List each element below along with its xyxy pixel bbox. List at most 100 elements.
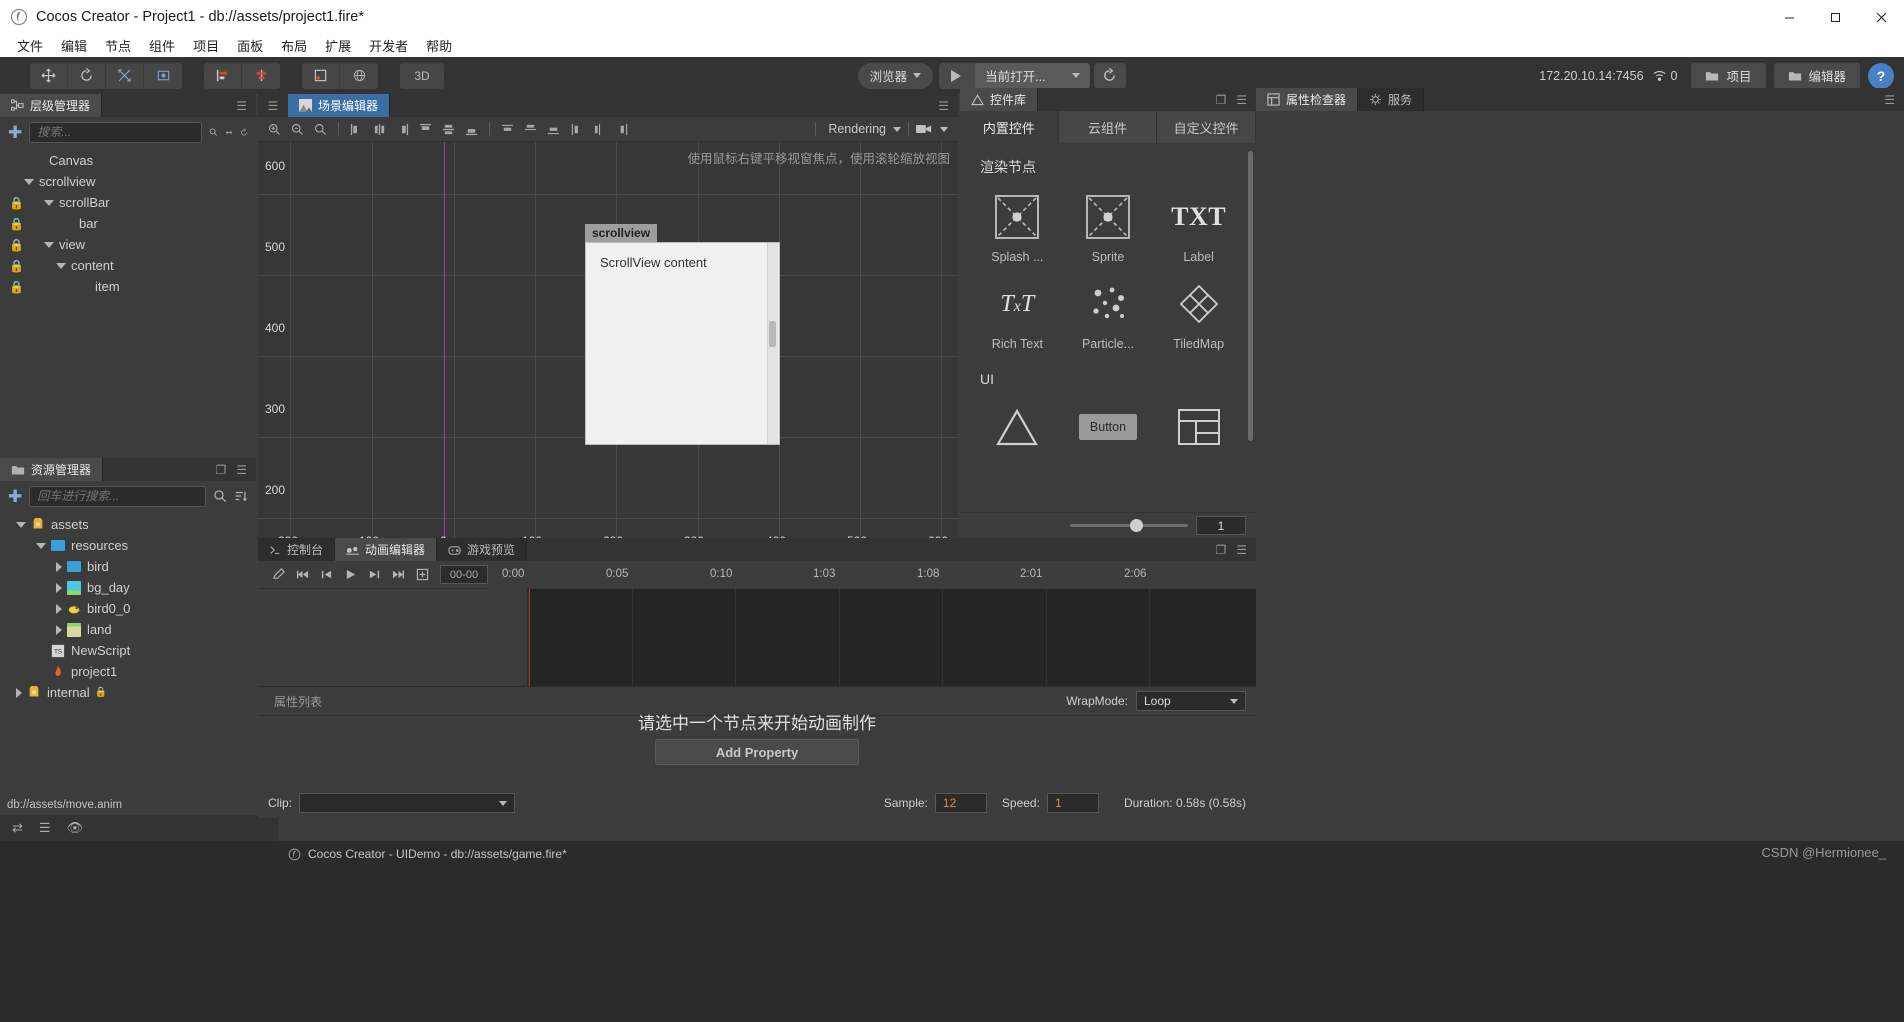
open-scene-dropdown[interactable]: 当前打开... [975, 62, 1090, 89]
help-button[interactable]: ? [1868, 62, 1895, 89]
camera-icon[interactable] [916, 123, 932, 135]
refresh-icon[interactable] [240, 126, 248, 139]
list-item[interactable]: internal 🔒 [0, 682, 256, 703]
scene-viewport[interactable]: 使用鼠标右键平移视窗焦点，使用滚轮缩放视图 600 500 400 300 20… [258, 142, 958, 538]
tab-widget-library[interactable]: 控件库 [960, 88, 1039, 111]
tab-game-preview[interactable]: 游戏预览 [437, 538, 528, 561]
rotate-tool-button[interactable] [68, 62, 106, 89]
menu-item-layout[interactable]: 布局 [272, 34, 316, 57]
plus-icon[interactable]: ✚ [8, 488, 22, 505]
tab-animation-editor[interactable]: 动画编辑器 [335, 538, 438, 561]
hamburger-icon[interactable]: ☰ [236, 464, 247, 476]
mode-3d-button[interactable]: 3D [400, 63, 444, 89]
next-frame-icon[interactable] [362, 563, 386, 587]
hamburger-icon[interactable]: ☰ [1236, 94, 1247, 106]
global-local-button[interactable] [340, 63, 378, 89]
prev-frame-icon[interactable] [314, 563, 338, 587]
list-icon[interactable]: ☰ [39, 820, 51, 836]
chevron-down-icon[interactable] [36, 542, 46, 549]
search-icon[interactable] [213, 489, 227, 503]
project-button[interactable]: 项目 [1691, 62, 1766, 89]
add-property-button[interactable]: Add Property [655, 739, 859, 765]
tab-console[interactable]: 控制台 [258, 538, 336, 561]
move-tool-button[interactable] [30, 62, 68, 89]
chevron-down-icon[interactable] [16, 521, 26, 528]
wrap-mode-select[interactable]: Loop [1136, 691, 1246, 711]
preview-target-dropdown[interactable]: 浏览器 [857, 62, 934, 89]
menu-item-edit[interactable]: 编辑 [52, 34, 96, 57]
lock-icon[interactable]: 🔒 [9, 259, 24, 273]
zoom-fit-icon[interactable] [310, 119, 331, 140]
sort-icon[interactable] [234, 489, 248, 503]
chevron-down-icon[interactable] [56, 262, 66, 269]
list-item[interactable]: assets [0, 514, 256, 535]
align-left-button[interactable] [204, 62, 242, 89]
lock-icon[interactable]: 🔒 [9, 238, 24, 252]
widget-item-layout[interactable] [1155, 397, 1242, 466]
maximize-button[interactable] [1812, 0, 1858, 34]
tab-custom-widgets[interactable]: 自定义控件 [1157, 111, 1257, 143]
scale-tool-button[interactable] [106, 62, 144, 89]
zoom-slider[interactable] [1070, 519, 1188, 532]
chevron-down-icon[interactable] [44, 241, 54, 248]
chevron-right-icon[interactable] [56, 582, 62, 593]
list-item[interactable]: bird0_0 [0, 598, 256, 619]
list-item[interactable]: project1 [0, 661, 256, 682]
scrollbar-thumb[interactable] [769, 321, 776, 347]
hamburger-icon[interactable]: ☰ [268, 100, 279, 112]
hierarchy-search-input[interactable] [29, 121, 203, 143]
align-top-icon[interactable] [415, 119, 436, 140]
menu-item-project[interactable]: 项目 [184, 34, 228, 57]
distribute-h-center-icon[interactable] [520, 119, 541, 140]
widget-item-label[interactable]: TXT Label [1155, 187, 1242, 270]
add-keyframe-icon[interactable] [410, 563, 434, 587]
lock-icon[interactable]: 🔒 [9, 196, 24, 210]
align-right-icon[interactable] [392, 119, 413, 140]
minimize-button[interactable] [1766, 0, 1812, 34]
hamburger-icon[interactable]: ☰ [236, 100, 247, 112]
tab-service[interactable]: 服务 [1358, 88, 1425, 111]
editor-button[interactable]: 编辑器 [1773, 62, 1861, 89]
tree-row[interactable]: 🔒 content [0, 255, 256, 276]
align-left-icon[interactable] [346, 119, 367, 140]
distribute-v-center-icon[interactable] [589, 119, 610, 140]
timeline-ruler[interactable]: 0:00 0:05 0:10 1:03 1:08 2:01 2:06 [488, 560, 1256, 589]
rect-tool-button[interactable] [144, 63, 182, 89]
eye-icon[interactable]: 👁 [67, 820, 84, 836]
widget-item-mask[interactable] [974, 397, 1061, 466]
hamburger-icon[interactable]: ☰ [1884, 94, 1895, 106]
chevron-down-icon[interactable] [940, 126, 948, 132]
list-item[interactable]: resources [0, 535, 256, 556]
tree-row[interactable]: 🔒 bar [0, 213, 256, 234]
chevron-down-icon[interactable] [24, 178, 34, 185]
lock-icon[interactable]: 🔒 [9, 217, 24, 231]
hamburger-icon[interactable]: ☰ [938, 100, 949, 112]
search-icon[interactable] [209, 125, 218, 139]
tab-builtin-widgets[interactable]: 内置控件 [960, 111, 1059, 143]
tab-inspector[interactable]: 属性检查器 [1256, 88, 1359, 111]
chevron-right-icon[interactable] [56, 603, 62, 614]
timeline-playhead[interactable] [529, 589, 530, 686]
tab-assets[interactable]: 资源管理器 [0, 458, 104, 481]
zoom-out-icon[interactable] [287, 119, 308, 140]
hamburger-icon[interactable]: ☰ [1236, 544, 1247, 556]
rendering-label[interactable]: Rendering [828, 122, 886, 136]
collapse-icon[interactable] [225, 126, 233, 139]
expand-icon[interactable]: ❐ [1215, 94, 1226, 106]
jump-start-icon[interactable] [290, 563, 314, 587]
chevron-right-icon[interactable] [56, 624, 62, 635]
chevron-down-icon[interactable] [893, 126, 901, 132]
menu-item-panel[interactable]: 面板 [228, 34, 272, 57]
tab-hierarchy[interactable]: 层级管理器 [0, 94, 103, 117]
align-horizontal-center-icon[interactable] [369, 119, 390, 140]
tab-scene-editor[interactable]: 场景编辑器 [288, 94, 391, 117]
list-item[interactable]: land [0, 619, 256, 640]
edit-mode-icon[interactable] [266, 563, 290, 587]
play-icon[interactable] [338, 563, 362, 587]
jump-end-icon[interactable] [386, 563, 410, 587]
list-item[interactable]: bird [0, 556, 256, 577]
chevron-right-icon[interactable] [16, 687, 22, 698]
widget-item-button[interactable]: Button [1065, 397, 1152, 466]
play-button[interactable] [939, 63, 973, 89]
distribute-h-end-icon[interactable] [543, 119, 564, 140]
